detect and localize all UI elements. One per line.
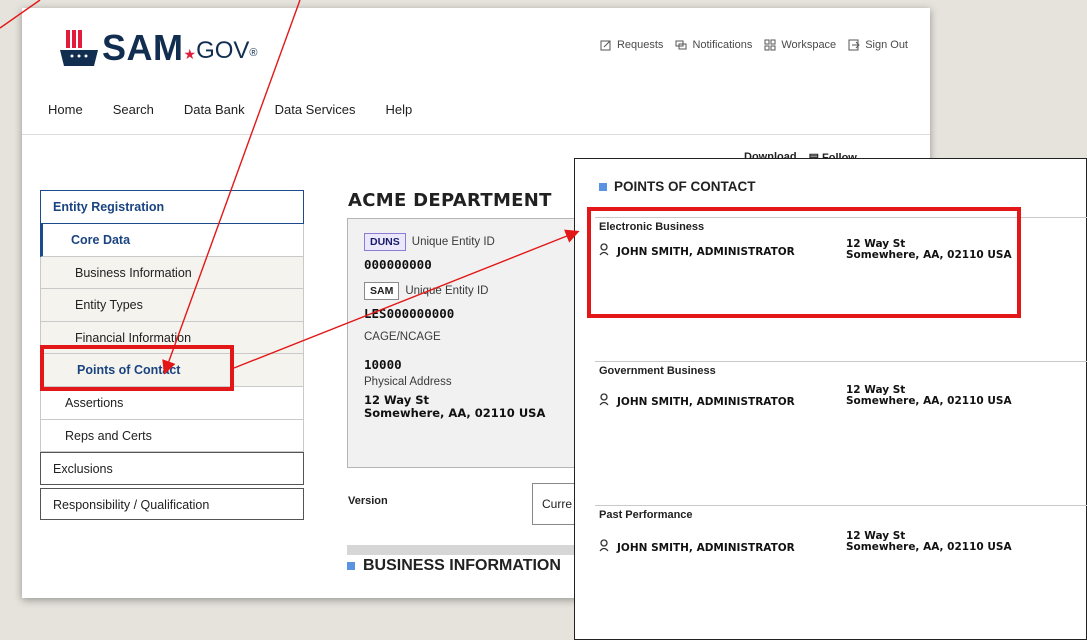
arrow-to-popup xyxy=(233,229,580,369)
arrow-line xyxy=(0,0,41,29)
annotation-arrows xyxy=(0,0,580,375)
arrow-to-sidebar xyxy=(162,0,301,375)
